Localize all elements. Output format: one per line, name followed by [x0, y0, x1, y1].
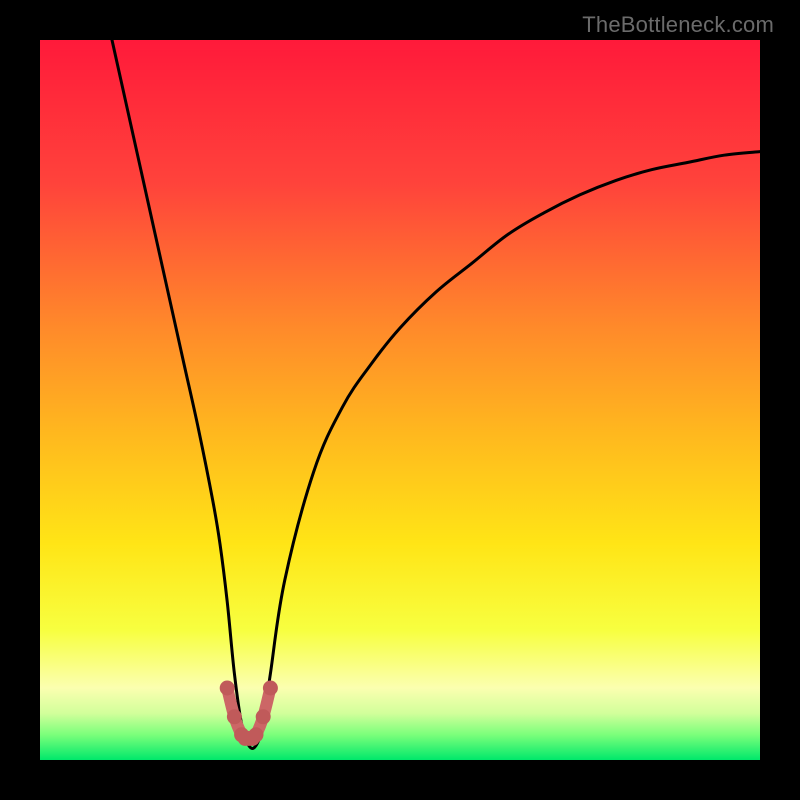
- chart-frame: TheBottleneck.com: [0, 0, 800, 800]
- minimum-marker-dots: [220, 681, 278, 746]
- chart-curves: [40, 40, 760, 760]
- plot-area: [40, 40, 760, 760]
- bottleneck-curve: [112, 40, 760, 749]
- watermark-text: TheBottleneck.com: [582, 12, 774, 38]
